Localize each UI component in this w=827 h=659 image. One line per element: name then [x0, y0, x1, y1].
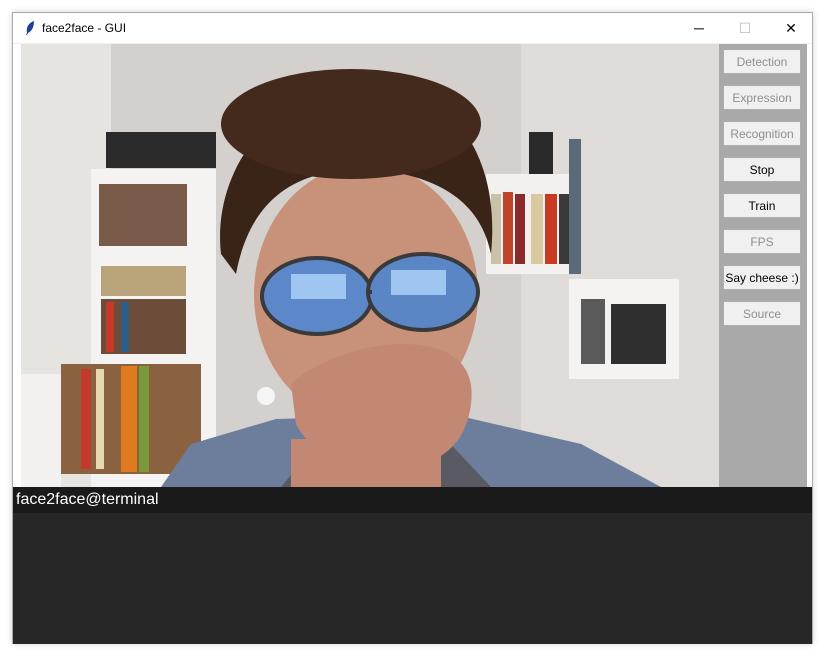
- recognition-button[interactable]: Recognition: [723, 121, 801, 146]
- minimize-button[interactable]: ─: [676, 13, 722, 43]
- control-panel: Detection Expression Recognition Stop Tr…: [719, 44, 807, 487]
- train-button[interactable]: Train: [723, 193, 801, 218]
- webcam-frame: [21, 44, 719, 487]
- detection-button[interactable]: Detection: [723, 49, 801, 74]
- main-content: Detection Expression Recognition Stop Tr…: [13, 44, 812, 644]
- maximize-button[interactable]: ☐: [722, 13, 768, 43]
- terminal-output[interactable]: [13, 513, 812, 644]
- terminal-prompt: face2face@terminal: [16, 491, 159, 508]
- stop-button[interactable]: Stop: [723, 157, 801, 182]
- feather-icon: [26, 21, 34, 35]
- webcam-feed: [21, 44, 719, 487]
- app-window: face2face - GUI ─ ☐ ✕ Detection Expressi…: [12, 12, 813, 644]
- say-cheese-button[interactable]: Say cheese :): [723, 265, 801, 290]
- fps-button[interactable]: FPS: [723, 229, 801, 254]
- source-button[interactable]: Source: [723, 301, 801, 326]
- window-title: face2face - GUI: [42, 21, 127, 35]
- terminal-header: face2face@terminal: [13, 487, 812, 513]
- title-bar[interactable]: face2face - GUI ─ ☐ ✕: [13, 13, 812, 43]
- expression-button[interactable]: Expression: [723, 85, 801, 110]
- close-button[interactable]: ✕: [768, 13, 814, 43]
